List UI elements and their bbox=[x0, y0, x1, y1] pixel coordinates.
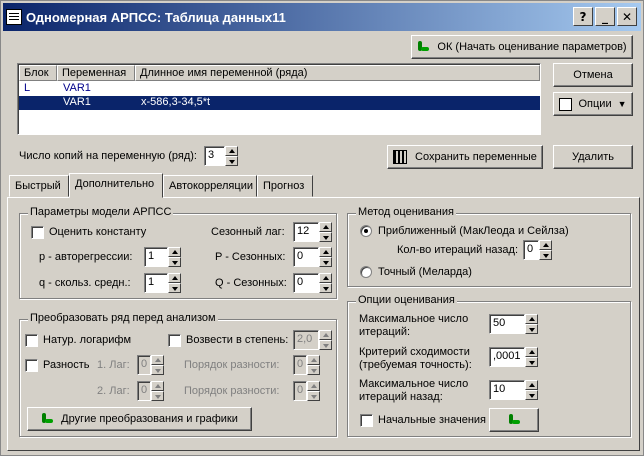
lag1-label: 1. Лаг: bbox=[97, 359, 130, 371]
iter-back-stepper[interactable]: 0 bbox=[523, 240, 552, 260]
list-item[interactable]: L VAR1 bbox=[19, 82, 540, 96]
minimize-button[interactable]: _ bbox=[595, 7, 615, 26]
P-seasonal-input[interactable]: 0 bbox=[293, 247, 319, 267]
col-header-longname[interactable]: Длинное имя переменной (ряда) bbox=[135, 65, 540, 81]
Q-seasonal-label: Q - Сезонных: bbox=[215, 277, 287, 289]
order2-input[interactable]: 0 bbox=[293, 381, 307, 401]
save-icon bbox=[393, 150, 408, 164]
p-input[interactable]: 1 bbox=[144, 247, 168, 267]
run-icon bbox=[508, 414, 520, 426]
delete-button[interactable]: Удалить bbox=[553, 145, 633, 169]
natlog-checkbox[interactable] bbox=[25, 334, 38, 347]
convergence-label-2: (требуемая точность): bbox=[359, 359, 472, 371]
q-stepper[interactable]: 1 bbox=[144, 273, 181, 293]
estimate-constant-checkbox[interactable] bbox=[31, 226, 44, 239]
max-iter-label-2: итераций: bbox=[359, 326, 411, 338]
tab-advanced[interactable]: Дополнительно bbox=[69, 173, 163, 198]
chevron-down-icon: ▼ bbox=[617, 99, 627, 109]
estimate-constant-label: Оценить константу bbox=[49, 226, 147, 238]
max-iter-stepper[interactable]: 50 bbox=[489, 314, 538, 334]
order1-input[interactable]: 0 bbox=[293, 355, 307, 375]
col-header-block[interactable]: Блок bbox=[19, 65, 57, 81]
options-button[interactable]: Опции ▼ bbox=[553, 92, 633, 116]
P-seasonal-stepper[interactable]: 0 bbox=[293, 247, 332, 267]
approx-label: Приближенный (МакЛеода и Сейлза) bbox=[378, 225, 569, 237]
power-label: Возвести в степень: bbox=[186, 334, 289, 346]
title-bar: Одномерная АРПСС: Таблица данных11 ? _ ✕ bbox=[3, 3, 641, 31]
iter-back-input[interactable]: 0 bbox=[523, 240, 539, 260]
p-label: p - авторегрессии: bbox=[39, 251, 133, 263]
initial-values-label: Начальные значения bbox=[378, 414, 486, 426]
run-icon bbox=[41, 413, 54, 425]
order1-label: Порядок разности: bbox=[184, 359, 280, 371]
copies-input[interactable]: 3 bbox=[204, 146, 225, 166]
copies-label: Число копий на переменную (ряд): bbox=[19, 150, 197, 162]
variables-list[interactable]: Блок Переменная Длинное имя переменной (… bbox=[17, 63, 541, 135]
max-iter-label-1: Максимальное число bbox=[359, 313, 469, 325]
run-icon bbox=[417, 41, 430, 53]
cancel-button[interactable]: Отмена bbox=[553, 63, 633, 87]
ok-button[interactable]: ОК (Начать оценивание параметров) bbox=[411, 35, 633, 59]
lag2-stepper[interactable]: 0 bbox=[137, 381, 164, 401]
convergence-input[interactable]: ,0001 bbox=[489, 347, 525, 367]
copies-stepper[interactable]: 3 bbox=[204, 146, 238, 166]
initial-values-button[interactable] bbox=[489, 408, 539, 432]
order1-stepper[interactable]: 0 bbox=[293, 355, 320, 375]
Q-seasonal-input[interactable]: 0 bbox=[293, 273, 319, 293]
max-back-label-2: итераций назад: bbox=[359, 391, 443, 403]
exact-radio[interactable] bbox=[360, 266, 372, 278]
tab-forecast[interactable]: Прогноз bbox=[257, 175, 313, 197]
save-variables-button[interactable]: Сохранить переменные bbox=[387, 145, 543, 169]
season-lag-stepper[interactable]: 12 bbox=[293, 222, 332, 242]
help-button[interactable]: ? bbox=[573, 7, 593, 26]
window-title: Одномерная АРПСС: Таблица данных11 bbox=[26, 9, 286, 25]
q-input[interactable]: 1 bbox=[144, 273, 168, 293]
spin-down-icon[interactable] bbox=[225, 156, 238, 166]
season-lag-label: Сезонный лаг: bbox=[211, 226, 285, 238]
options-icon bbox=[559, 97, 573, 111]
max-back-label-1: Максимальное число bbox=[359, 378, 469, 390]
list-item-selected[interactable]: VAR1 x-586,3-34,5*t bbox=[19, 96, 540, 110]
convergence-stepper[interactable]: ,0001 bbox=[489, 347, 538, 367]
transform-title: Преобразовать ряд перед анализом bbox=[28, 312, 218, 324]
difference-label: Разность bbox=[43, 359, 90, 371]
max-back-input[interactable]: 10 bbox=[489, 380, 525, 400]
col-header-variable[interactable]: Переменная bbox=[57, 65, 135, 81]
season-lag-input[interactable]: 12 bbox=[293, 222, 319, 242]
p-stepper[interactable]: 1 bbox=[144, 247, 181, 267]
approx-radio[interactable] bbox=[360, 225, 372, 237]
lag1-input[interactable]: 0 bbox=[137, 355, 151, 375]
other-transforms-button[interactable]: Другие преобразования и графики bbox=[27, 407, 252, 431]
lag1-stepper[interactable]: 0 bbox=[137, 355, 164, 375]
exact-label: Точный (Меларда) bbox=[378, 266, 472, 278]
close-button[interactable]: ✕ bbox=[617, 7, 637, 26]
max-back-stepper[interactable]: 10 bbox=[489, 380, 538, 400]
power-input[interactable]: 2,0 bbox=[293, 330, 319, 350]
P-seasonal-label: P - Сезонных: bbox=[215, 251, 286, 263]
order2-label: Порядок разности: bbox=[184, 385, 280, 397]
difference-checkbox[interactable] bbox=[25, 359, 38, 372]
tab-quick[interactable]: Быстрый bbox=[9, 175, 69, 197]
natlog-label: Натур. логарифм bbox=[43, 334, 132, 346]
spin-up-icon[interactable] bbox=[225, 146, 238, 156]
method-title: Метод оценивания bbox=[356, 206, 456, 218]
power-checkbox[interactable] bbox=[168, 334, 181, 347]
tab-autocorrelations[interactable]: Автокорреляции bbox=[163, 175, 257, 197]
initial-values-checkbox[interactable] bbox=[360, 414, 373, 427]
lag2-input[interactable]: 0 bbox=[137, 381, 151, 401]
app-icon bbox=[6, 9, 22, 25]
iter-back-label: Кол-во итераций назад: bbox=[397, 244, 519, 256]
lag2-label: 2. Лаг: bbox=[97, 385, 130, 397]
max-iter-input[interactable]: 50 bbox=[489, 314, 525, 334]
Q-seasonal-stepper[interactable]: 0 bbox=[293, 273, 332, 293]
estimation-options-title: Опции оценивания bbox=[356, 294, 457, 306]
arima-params-title: Параметры модели АРПСС bbox=[28, 206, 174, 218]
arima-dialog: Одномерная АРПСС: Таблица данных11 ? _ ✕… bbox=[0, 0, 644, 456]
q-label: q - скольз. средн.: bbox=[39, 277, 131, 289]
power-stepper[interactable]: 2,0 bbox=[293, 330, 332, 350]
convergence-label-1: Критерий сходимости bbox=[359, 346, 470, 358]
order2-stepper[interactable]: 0 bbox=[293, 381, 320, 401]
